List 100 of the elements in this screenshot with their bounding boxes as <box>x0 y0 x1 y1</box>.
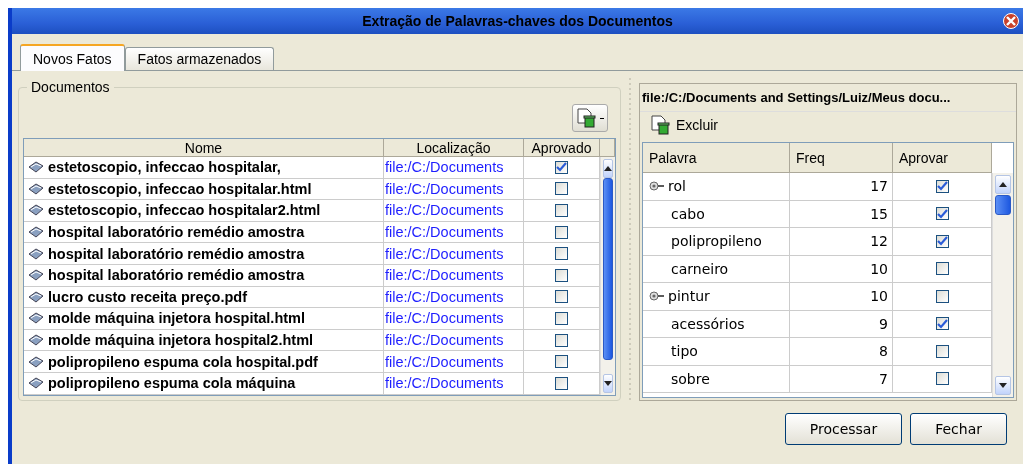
table-cell: file:/C:/Documents <box>384 286 524 309</box>
document-icon <box>28 355 44 368</box>
window-title: Extração de Palavras-chaves dos Documentos <box>362 13 673 29</box>
table-cell: 15 <box>790 200 893 228</box>
up-arrow-icon <box>604 166 612 171</box>
scroll-down-button[interactable] <box>995 376 1011 395</box>
checkbox[interactable] <box>555 311 568 325</box>
column-header[interactable]: Freq <box>790 143 893 173</box>
tree-cell[interactable]: cabo <box>643 200 790 228</box>
scroll-up-button[interactable] <box>603 159 613 178</box>
table-cell: polipropileno espuma cola hospital.pdf <box>24 351 384 373</box>
trash-document-icon <box>650 115 672 135</box>
checkbox[interactable] <box>935 317 949 331</box>
table-cell: estetoscopio, infeccao hospitalar, <box>24 157 384 179</box>
table-cell: file:/C:/Documents <box>384 178 524 201</box>
tree-cell[interactable]: carneiro <box>643 255 790 283</box>
document-icon <box>28 334 44 347</box>
checkbox[interactable] <box>555 182 568 196</box>
delete-button[interactable]: Excluir <box>640 112 728 138</box>
table-cell: file:/C:/Documents <box>384 372 524 395</box>
down-arrow-icon <box>604 381 612 386</box>
table-cell: file:/C:/Documents <box>384 264 524 287</box>
checkbox[interactable] <box>555 268 568 282</box>
column-header[interactable]: Palavra <box>643 143 790 173</box>
table-cell: hospital laboratório remédio amostra <box>24 221 384 244</box>
checkbox[interactable] <box>935 372 949 386</box>
checkbox[interactable] <box>555 160 568 174</box>
tree-cell[interactable]: polipropileno <box>643 228 790 256</box>
tab[interactable]: Fatos armazenados <box>124 47 275 70</box>
column-header[interactable]: Nome <box>24 139 384 157</box>
tree-cell[interactable]: acessórios <box>643 310 790 338</box>
table-cell: 8 <box>790 338 893 366</box>
table-cell: molde máquina injetora hospital.html <box>24 308 384 330</box>
checkbox[interactable] <box>555 247 568 261</box>
tree-cell[interactable]: pintur <box>643 283 790 311</box>
table-cell: file:/C:/Documents <box>384 221 524 244</box>
column-header[interactable]: Aprovar <box>893 143 992 173</box>
group-title: Documentos <box>27 79 114 95</box>
down-arrow-icon <box>999 383 1007 388</box>
checkbox[interactable] <box>935 262 949 276</box>
table-cell: file:/C:/Documents <box>384 308 524 330</box>
table-cell: molde máquina injetora hospital2.html <box>24 329 384 352</box>
action-button[interactable]: Processar <box>784 413 903 445</box>
document-icon <box>28 269 44 282</box>
table-cell: estetoscopio, infeccao hospitalar2.html <box>24 200 384 222</box>
action-button[interactable]: Fechar <box>910 413 1007 445</box>
scroll-thumb[interactable] <box>995 195 1011 215</box>
scrollbar[interactable] <box>992 173 1013 397</box>
table-cell: file:/C:/Documents <box>384 351 524 373</box>
table-cell: file:/C:/Documents <box>384 329 524 352</box>
checkbox[interactable] <box>555 333 568 347</box>
table-cell: 12 <box>790 228 893 256</box>
tree-toggle-icon[interactable] <box>649 291 665 302</box>
document-icon <box>28 204 44 217</box>
column-header[interactable]: Aprovado <box>524 139 600 157</box>
table-cell: file:/C:/Documents <box>384 243 524 265</box>
document-icon <box>28 247 44 260</box>
table-cell: hospital laboratório remédio amostra <box>24 264 384 287</box>
document-icon <box>28 377 44 390</box>
document-icon <box>28 161 44 174</box>
close-button[interactable] <box>1003 13 1019 29</box>
table-cell: 10 <box>790 255 893 283</box>
table-cell: file:/C:/Documents <box>384 157 524 179</box>
scroll-down-button[interactable] <box>603 374 613 393</box>
tree-cell[interactable]: tipo <box>643 338 790 366</box>
column-header[interactable]: Localização <box>384 139 524 157</box>
checkbox[interactable] <box>555 290 568 304</box>
table-cell: 9 <box>790 310 893 338</box>
scroll-thumb[interactable] <box>603 178 613 360</box>
scroll-up-button[interactable] <box>995 175 1011 194</box>
up-arrow-icon <box>999 182 1007 187</box>
tab[interactable]: Novos Fatos <box>20 44 125 71</box>
document-icon <box>28 182 44 195</box>
document-icon <box>28 290 44 303</box>
table-cell: file:/C:/Documents <box>384 200 524 222</box>
checkbox[interactable] <box>555 355 568 369</box>
table-cell: 7 <box>790 365 893 393</box>
delete-menu-button[interactable] <box>572 104 608 132</box>
checkbox[interactable] <box>935 234 949 248</box>
document-icon <box>28 226 44 239</box>
scrollbar[interactable] <box>600 157 615 395</box>
table-cell: estetoscopio, infeccao hospitalar.html <box>24 178 384 201</box>
table-cell: lucro custo receita preço.pdf <box>24 286 384 309</box>
checkbox[interactable] <box>935 179 949 193</box>
checkbox[interactable] <box>935 344 949 358</box>
checkbox[interactable] <box>555 204 568 217</box>
checkbox[interactable] <box>935 289 949 303</box>
tree-cell[interactable]: rol <box>643 173 790 201</box>
checkbox[interactable] <box>555 376 568 390</box>
tree-toggle-icon[interactable] <box>649 181 665 192</box>
checkbox[interactable] <box>555 225 568 239</box>
checkbox[interactable] <box>935 207 949 221</box>
file-path: file:/C:/Documents and Settings/Luiz/Meus docu... <box>640 84 1016 112</box>
table-cell: 10 <box>790 283 893 311</box>
tree-cell[interactable]: sobre <box>643 365 790 393</box>
close-icon <box>1005 15 1017 27</box>
table-cell: polipropileno espuma cola máquina <box>24 372 384 395</box>
table-cell: 17 <box>790 173 893 201</box>
table-cell: hospital laboratório remédio amostra <box>24 243 384 265</box>
trash-document-icon <box>576 108 598 128</box>
